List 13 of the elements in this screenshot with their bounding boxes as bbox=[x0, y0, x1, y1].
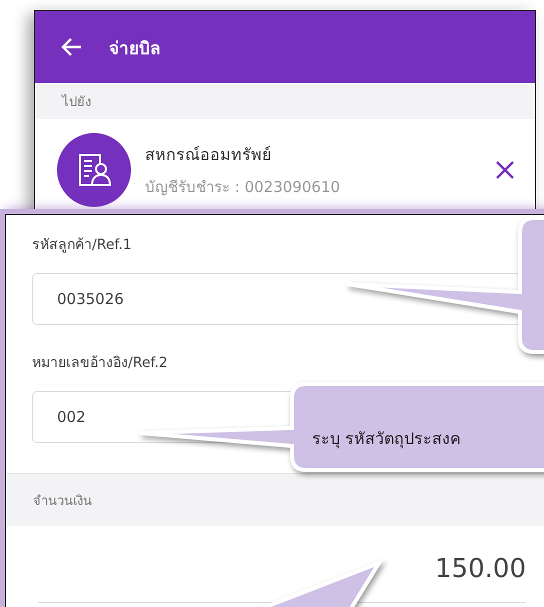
section-label: จำนวนเงิน bbox=[33, 492, 92, 510]
field-label: รหัสลูกค้า/Ref.1 bbox=[32, 236, 133, 255]
callout-text: ระบุ รหัสวัตถุประสงค bbox=[312, 428, 462, 450]
close-button[interactable] bbox=[495, 160, 515, 180]
payee-name: สหกรณ์ออมทรัพย์ bbox=[145, 144, 272, 166]
back-button[interactable] bbox=[61, 37, 83, 57]
field-label: หมายเลขอ้างอิง/Ref.2 bbox=[32, 354, 169, 373]
close-icon bbox=[495, 160, 515, 180]
section-label: ไปยัง bbox=[62, 93, 91, 112]
screen-title: จ่ายบิล bbox=[109, 38, 160, 60]
account-number: บัญชีรับชำระ : 0023090610 bbox=[145, 176, 342, 198]
amount-value: 150.00 bbox=[435, 554, 526, 584]
back-arrow-icon bbox=[61, 37, 83, 57]
